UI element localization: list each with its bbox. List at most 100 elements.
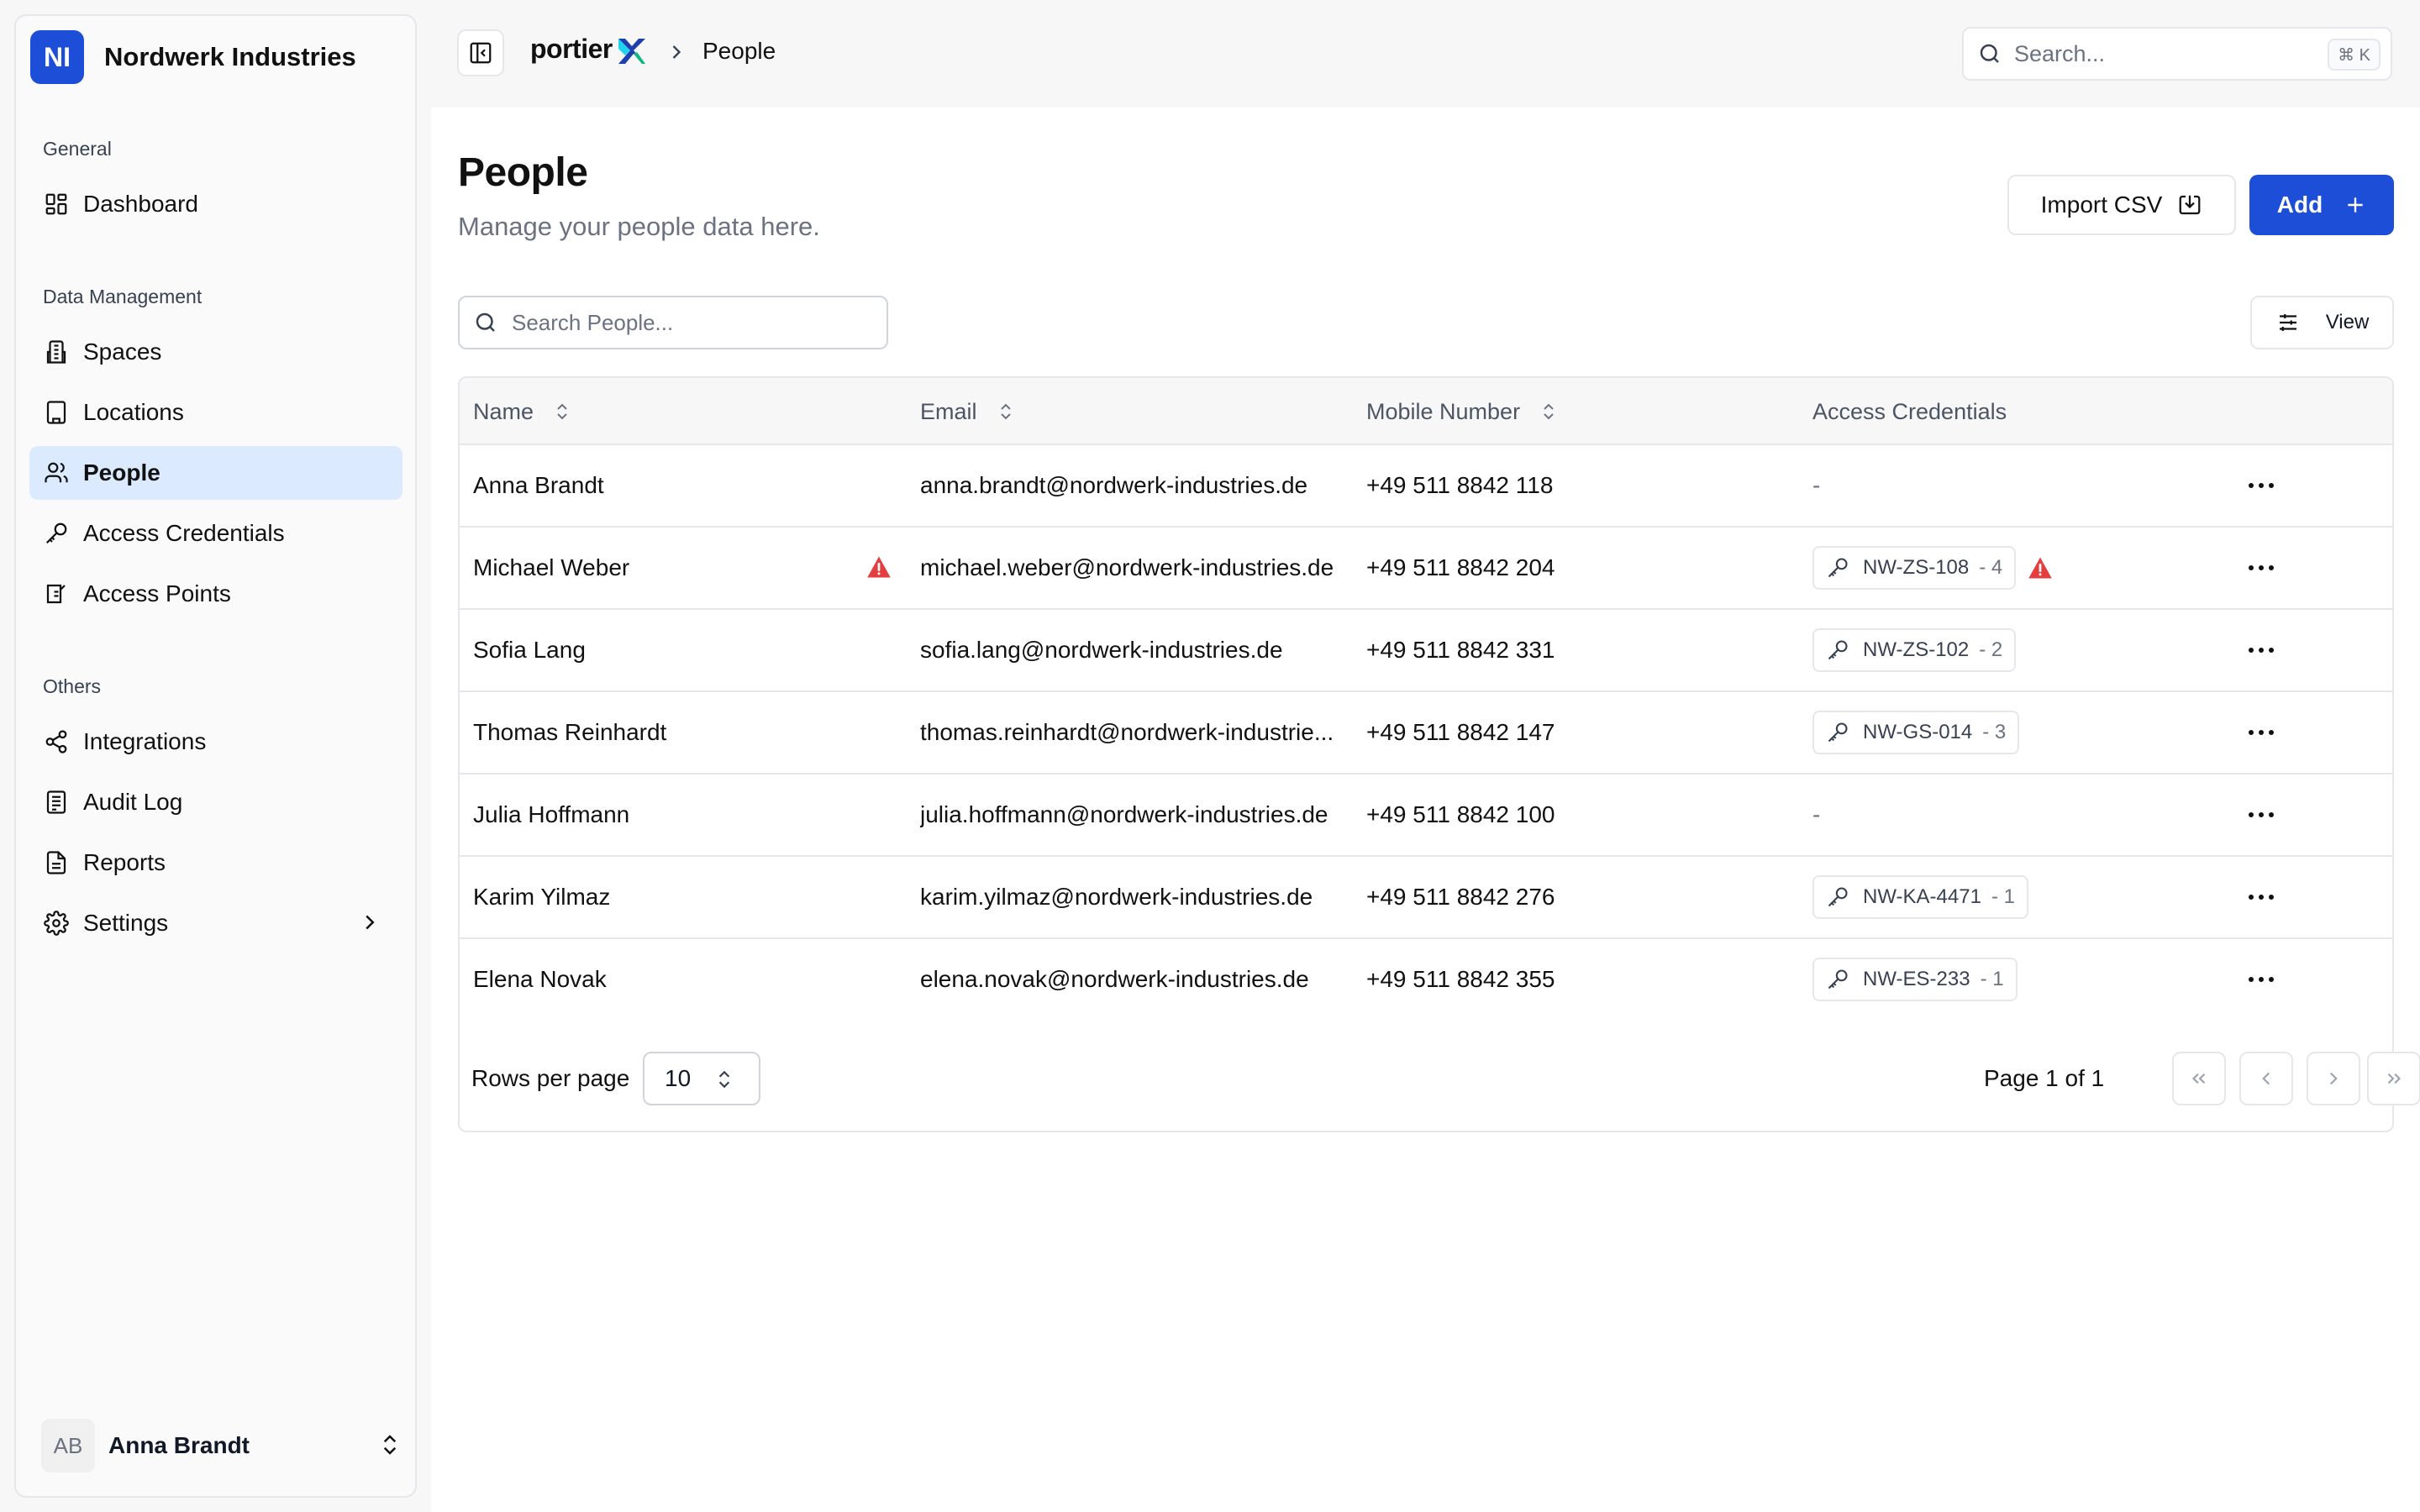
- sidebar-item-label: Integrations: [83, 728, 207, 754]
- buildings-icon: [43, 399, 70, 426]
- people-search-input[interactable]: Search People...: [458, 296, 888, 349]
- table-row[interactable]: Sofia Lang sofia.lang@nordwerk-industries…: [460, 610, 2392, 692]
- sidebar-item-label: Dashboard: [83, 191, 198, 217]
- column-header-email[interactable]: Email: [920, 378, 1016, 445]
- sidebar-item-spaces[interactable]: Spaces: [29, 325, 402, 379]
- breadcrumb-separator-icon: [665, 40, 688, 68]
- file-icon: [43, 849, 70, 876]
- user-menu[interactable]: AB Anna Brandt: [41, 1419, 402, 1473]
- table-row[interactable]: Julia Hoffmann julia.hoffmann@nordwerk-in…: [460, 774, 2392, 857]
- table-row[interactable]: Elena Novak elena.novak@nordwerk-industri…: [460, 939, 2392, 1021]
- sliders-icon: [2279, 314, 2296, 331]
- cell-name: Sofia Lang: [473, 610, 893, 690]
- warning-icon[interactable]: [866, 555, 892, 583]
- sidebar: NI Nordwerk Industries General Dashboard…: [14, 14, 417, 1498]
- sidebar-item-access-credentials[interactable]: Access Credentials: [29, 507, 402, 560]
- credential-count: - 1: [1991, 885, 2015, 908]
- cell-name: Karim Yilmaz: [473, 857, 893, 937]
- row-actions-button[interactable]: [2234, 692, 2288, 773]
- sidebar-item-label: Audit Log: [83, 789, 183, 815]
- chevrons-up-down-icon: [718, 1070, 730, 1089]
- credential-badge[interactable]: NW-ZS-108 - 4: [1812, 546, 2017, 590]
- previous-page-button[interactable]: [2239, 1052, 2293, 1105]
- people-search-placeholder: Search People...: [512, 309, 674, 335]
- credential-badge[interactable]: NW-ZS-102 - 2: [1812, 628, 2017, 672]
- view-options-button[interactable]: View: [2250, 296, 2394, 349]
- credential-badge[interactable]: NW-KA-4471 - 1: [1812, 875, 2028, 919]
- credential-count: - 1: [1980, 968, 2004, 990]
- credential-count: - 4: [1979, 556, 2003, 579]
- cell-mobile: +49 511 8842 331: [1366, 610, 1555, 690]
- credential-badge[interactable]: NW-GS-014 - 3: [1812, 711, 2020, 754]
- row-actions-button[interactable]: [2234, 774, 2288, 855]
- more-horizontal-icon: [2248, 894, 2275, 900]
- sidebar-item-integrations[interactable]: Integrations: [29, 715, 402, 769]
- table-body: Anna Brandt anna.brandt@nordwerk-industri…: [460, 445, 2392, 1021]
- cell-email: anna.brandt@nordwerk-industries.de: [920, 445, 1349, 526]
- credential-badge[interactable]: NW-ES-233 - 1: [1812, 958, 2018, 1001]
- person-email: anna.brandt@nordwerk-industries.de: [920, 472, 1308, 498]
- row-actions-button[interactable]: [2234, 939, 2288, 1020]
- sidebar-item-label: Access Points: [83, 580, 231, 606]
- column-header-name[interactable]: Name: [473, 378, 572, 445]
- sidebar-item-dashboard[interactable]: Dashboard: [29, 177, 402, 231]
- global-search-input[interactable]: Search... ⌘ K: [1962, 27, 2392, 81]
- cell-mobile: +49 511 8842 355: [1366, 939, 1555, 1020]
- org-name: Nordwerk Industries: [104, 42, 356, 71]
- avatar: AB: [41, 1419, 95, 1473]
- person-mobile: +49 511 8842 331: [1366, 637, 1555, 663]
- cell-email: sofia.lang@nordwerk-industries.de: [920, 610, 1349, 690]
- row-actions-button[interactable]: [2234, 610, 2288, 690]
- sidebar-item-label: Locations: [83, 399, 184, 425]
- credential-count: - 3: [1982, 721, 2007, 743]
- page-subtitle: Manage your people data here.: [458, 212, 820, 241]
- rows-per-page-select[interactable]: 10: [643, 1052, 760, 1105]
- sidebar-item-audit-log[interactable]: Audit Log: [29, 775, 402, 829]
- person-email: sofia.lang@nordwerk-industries.de: [920, 637, 1283, 663]
- column-header-mobile[interactable]: Mobile Number: [1366, 378, 1559, 445]
- table-row[interactable]: Anna Brandt anna.brandt@nordwerk-industri…: [460, 445, 2392, 528]
- cell-access-credentials: -: [1812, 774, 1820, 855]
- sidebar-toggle-button[interactable]: [457, 29, 504, 76]
- first-page-button[interactable]: [2172, 1052, 2226, 1105]
- sidebar-item-people[interactable]: People: [29, 446, 402, 500]
- sidebar-item-settings[interactable]: Settings: [29, 896, 402, 950]
- dashboard-icon: [43, 191, 70, 218]
- row-actions-button[interactable]: [2234, 857, 2288, 937]
- add-person-button[interactable]: Add: [2249, 175, 2394, 235]
- search-icon: [476, 312, 495, 332]
- last-page-button[interactable]: [2367, 1052, 2420, 1105]
- more-horizontal-icon: [2248, 482, 2275, 489]
- next-page-button[interactable]: [2307, 1052, 2360, 1105]
- table-row[interactable]: Michael Weber michael.weber@nordwerk-indu…: [460, 528, 2392, 610]
- person-mobile: +49 511 8842 147: [1366, 719, 1555, 745]
- person-name: Anna Brandt: [473, 472, 604, 498]
- credential-id: NW-ZS-102: [1863, 638, 1970, 661]
- import-icon: [2179, 195, 2201, 215]
- org-switcher[interactable]: NI Nordwerk Industries: [30, 30, 356, 84]
- portier-logo[interactable]: portier: [530, 34, 613, 65]
- person-name: Karim Yilmaz: [473, 884, 611, 910]
- cell-email: karim.yilmaz@nordwerk-industries.de: [920, 857, 1349, 937]
- row-actions-button[interactable]: [2234, 445, 2288, 526]
- person-email: elena.novak@nordwerk-industries.de: [920, 966, 1309, 992]
- cell-mobile: +49 511 8842 147: [1366, 692, 1555, 773]
- sidebar-item-locations[interactable]: Locations: [29, 386, 402, 439]
- more-horizontal-icon: [2248, 564, 2275, 571]
- warning-icon[interactable]: [2028, 556, 2053, 580]
- cell-access-credentials: -: [1812, 445, 1820, 526]
- users-icon: [43, 459, 70, 486]
- sidebar-item-reports[interactable]: Reports: [29, 836, 402, 890]
- person-name: Thomas Reinhardt: [473, 719, 667, 745]
- key-icon: [1826, 721, 1863, 744]
- chevron-right-icon: [2329, 1072, 2338, 1085]
- person-email: thomas.reinhardt@nordwerk-industrie...: [920, 719, 1334, 745]
- import-csv-button[interactable]: Import CSV: [2007, 175, 2236, 235]
- person-name: Elena Novak: [473, 966, 607, 992]
- people-table: Name Email Mobile Number Access Credenti…: [458, 376, 2394, 1132]
- table-row[interactable]: Thomas Reinhardt thomas.reinhardt@nordwer…: [460, 692, 2392, 774]
- table-row[interactable]: Karim Yilmaz karim.yilmaz@nordwerk-indust…: [460, 857, 2392, 939]
- sidebar-item-access-points[interactable]: Access Points: [29, 567, 402, 621]
- row-actions-button[interactable]: [2234, 528, 2288, 608]
- credential-id: NW-ES-233: [1863, 968, 1970, 990]
